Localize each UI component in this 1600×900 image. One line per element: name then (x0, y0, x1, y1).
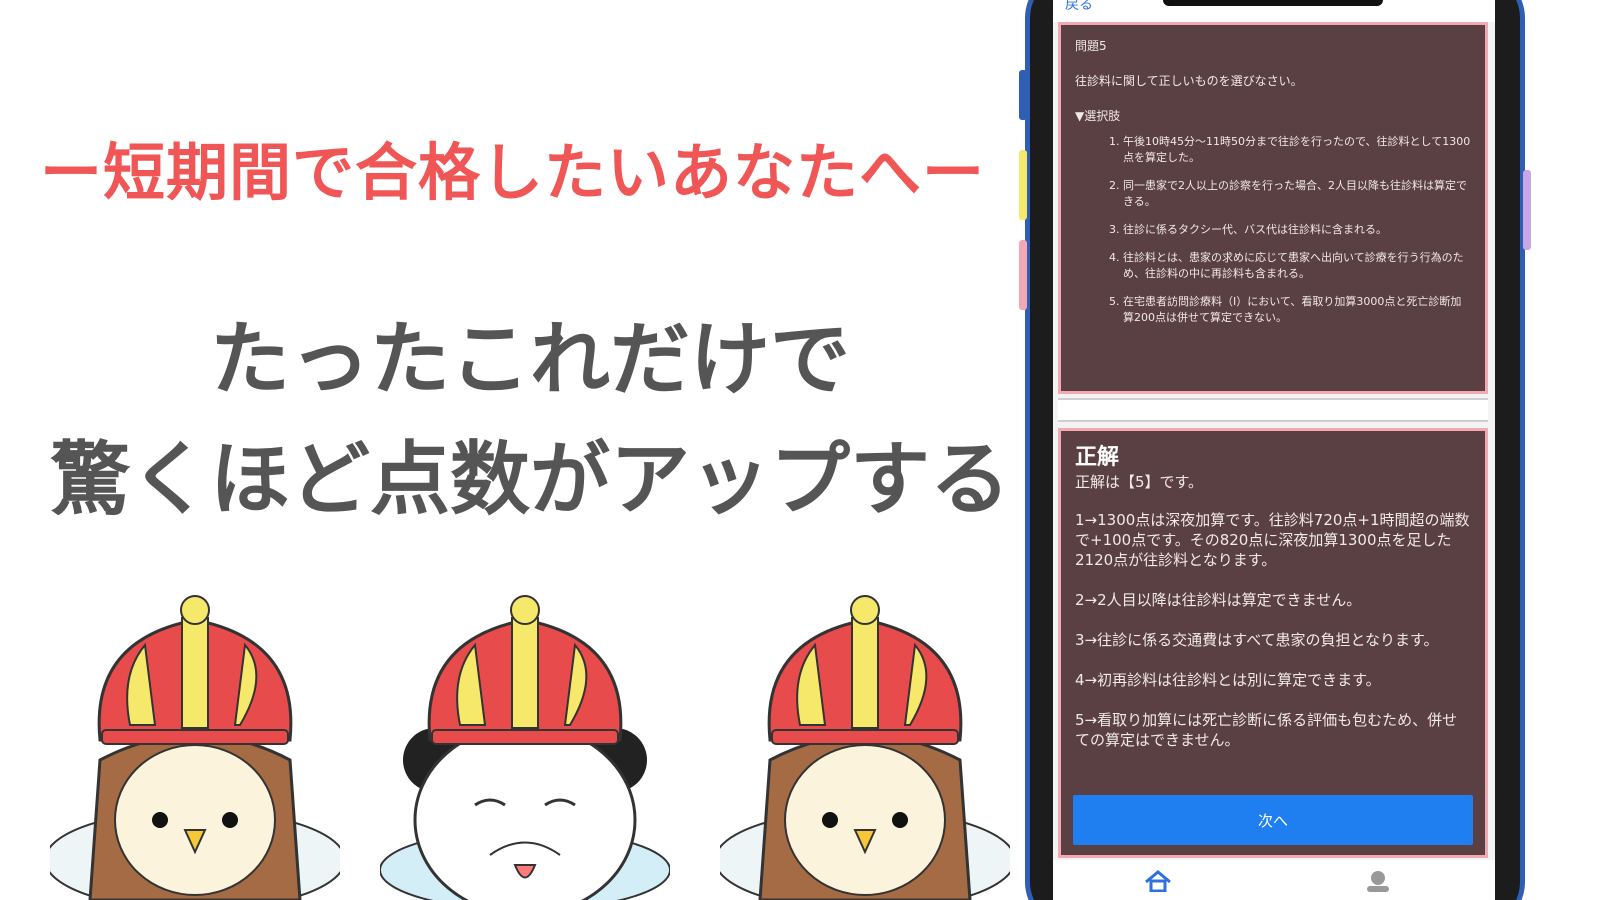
phone-side-button (1019, 70, 1027, 120)
answer-panel: 正解 正解は【5】です。 1→1300点は深夜加算です。往診料720点+1時間超… (1058, 428, 1488, 858)
question-number: 問題5 (1075, 39, 1107, 53)
status-bar: 戻る (1053, 0, 1495, 22)
answer-explanation: 5→看取り加算には死亡診断に係る評価も包むため、併せての算定はできません。 (1075, 711, 1458, 749)
profile-icon[interactable] (1363, 870, 1393, 892)
option-item[interactable]: 往診に係るタクシー代、バス代は往診料に含まれる。 (1123, 222, 1471, 238)
option-item[interactable]: 往診料とは、患家の求めに応じて患家へ出向いて診療を行う行為のため、往診料の中に再… (1123, 250, 1471, 282)
question-panel: 問題5 往診料に関して正しいものを選びなさい。 ▼選択肢 午後10時45分〜11… (1058, 22, 1488, 394)
answer-explanation: 2→2人目以降は往診料は算定できません。 (1075, 591, 1362, 609)
options-list: 午後10時45分〜11時50分まで往診を行ったので、往診料として1300点を算定… (1075, 134, 1471, 326)
headline-line-1: たったこれだけで (210, 313, 850, 406)
headline: たったこれだけで 驚くほど点数がアップする (40, 300, 1020, 540)
owl-king-icon (50, 595, 340, 900)
phone-notch (1163, 0, 1383, 6)
panel-divider (1058, 398, 1488, 422)
phone-side-button (1019, 240, 1027, 310)
question-prompt: 往診料に関して正しいものを選びなさい。 (1075, 74, 1303, 88)
tagline: ー短期間で合格したいあなたへー (40, 136, 986, 209)
owl-king-icon (720, 595, 1010, 900)
answer-title: 正解 (1075, 445, 1120, 470)
options-title: ▼選択肢 (1075, 109, 1121, 123)
answer-correct: 正解は【5】です。 (1075, 473, 1204, 491)
answer-explanation: 3→往診に係る交通費はすべて患家の負担となります。 (1075, 631, 1439, 649)
app-screenshot: ー短期間で合格したいあなたへー たったこれだけで 驚くほど点数がアップする 戻る… (0, 0, 1600, 900)
phone-side-button (1523, 170, 1531, 250)
phone-side-button (1019, 150, 1027, 220)
option-item[interactable]: 午後10時45分〜11時50分まで往診を行ったので、往診料として1300点を算定… (1123, 134, 1471, 166)
headline-line-2: 驚くほど点数がアップする (50, 433, 1010, 526)
option-item[interactable]: 在宅患者訪問診療料（I）において、看取り加算3000点と死亡診断加算200点は併… (1123, 294, 1471, 326)
answer-explanation: 4→初再診料は往診料とは別に算定できます。 (1075, 671, 1381, 689)
next-button[interactable]: 次へ (1073, 795, 1473, 845)
answer-explanation: 1→1300点は深夜加算です。往診料720点+1時間超の端数で+100点です。そ… (1075, 511, 1470, 569)
phone-screen: 戻る 問題5 往診料に関して正しいものを選びなさい。 ▼選択肢 午後10時45分… (1053, 0, 1495, 900)
option-item[interactable]: 同一患家で2人以上の診察を行った場合、2人目以降も往診料は算定できる。 (1123, 178, 1471, 210)
bottom-nav (1053, 860, 1495, 900)
home-icon[interactable] (1143, 870, 1173, 892)
back-link[interactable]: 戻る (1065, 0, 1093, 14)
panda-king-icon (380, 595, 670, 900)
character-illustrations (40, 590, 1020, 900)
